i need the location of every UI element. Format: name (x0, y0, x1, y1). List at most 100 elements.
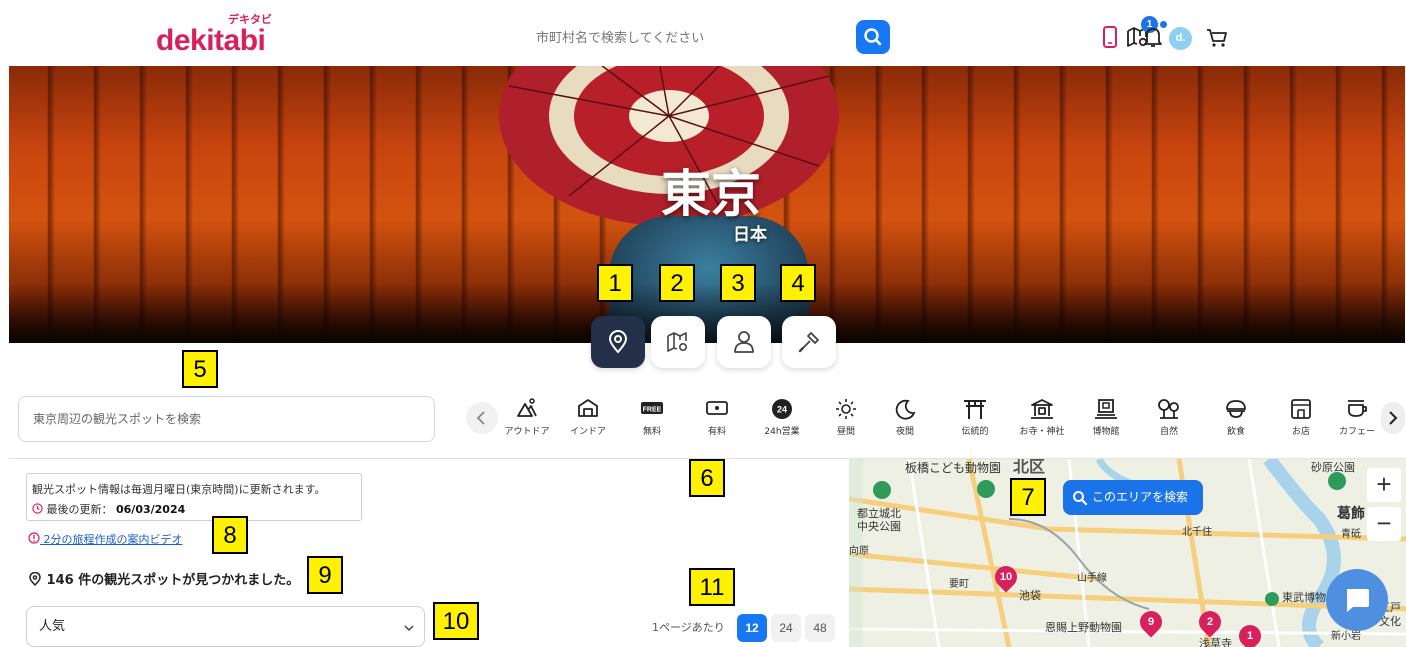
result-count: 146 件の観光スポットが見つかれました。 (28, 569, 299, 588)
category-traditional[interactable]: 伝統的 (945, 398, 1005, 442)
category-label: インドア (569, 427, 606, 437)
cart-button[interactable] (1204, 24, 1230, 50)
label-5: 5 (182, 350, 218, 388)
clock-icon (32, 503, 43, 514)
spot-search-input[interactable] (19, 397, 419, 441)
map-pin-2[interactable]: 2 (1194, 606, 1226, 638)
city-hero-banner: 東京 日本 (9, 66, 1405, 343)
label-6: 6 (689, 459, 725, 497)
sort-select-box: 人気 (26, 606, 425, 647)
moon-icon (895, 399, 916, 420)
map-pin-1[interactable]: 1 (1234, 620, 1266, 647)
logo-text: dekitabi (156, 24, 266, 57)
category-label: お店 (1291, 427, 1310, 437)
svg-text:FREE: FREE (643, 407, 662, 414)
temple-icon (1031, 399, 1053, 419)
map-label: 中央公園 (857, 520, 901, 533)
map-label: 恩賜上野動物園 (1045, 621, 1122, 634)
svg-text:24: 24 (777, 405, 787, 415)
guide-video-link[interactable]: 2分の旅程作成の案内ビデオ (28, 531, 183, 547)
category-daytime[interactable]: 昼間 (816, 398, 876, 442)
category-food[interactable]: 飲食 (1206, 398, 1266, 442)
city-title: 東京 (661, 165, 761, 223)
category-night[interactable]: 夜間 (875, 398, 935, 442)
tab-spots[interactable] (591, 316, 645, 368)
category-temple-shrine[interactable]: お寺・神社 (1012, 398, 1072, 442)
chevron-down-icon (404, 625, 414, 632)
map-label: 北区 (1013, 459, 1046, 476)
avatar[interactable]: d. (1169, 27, 1192, 50)
category-cafe[interactable]: カフェー (1333, 398, 1381, 442)
map-pin-9[interactable]: 9 (1135, 606, 1167, 638)
map-label: 要町 (949, 579, 969, 590)
indoor-icon (578, 399, 598, 417)
map-label: 浅草寺 (1199, 637, 1232, 647)
map-label: 板橋こども動物園 (905, 461, 1002, 475)
free-icon: FREE (641, 402, 663, 414)
museum-icon (1095, 399, 1117, 419)
notification-dot (1160, 21, 1167, 28)
search-this-area-label: このエリアを検索 (1092, 490, 1189, 504)
category-indoor[interactable]: インドア (558, 398, 618, 442)
notifications-button[interactable] (1140, 21, 1167, 50)
category-label: 昼間 (836, 427, 855, 437)
category-label: 24h営業 (764, 427, 800, 437)
category-shop[interactable]: お店 (1271, 398, 1331, 442)
app-root: デキタビ dekitabi 1 d. (0, 0, 1406, 647)
tab-tools[interactable] (782, 316, 836, 368)
location-pin-icon (29, 571, 41, 587)
per-page-48[interactable]: 48 (805, 614, 835, 642)
category-24h[interactable]: 24 24h営業 (752, 398, 812, 442)
phone-icon (1103, 26, 1117, 48)
guide-video-text: 2分の旅程作成の案内ビデオ (43, 533, 183, 546)
map-label: 向原 (849, 546, 869, 557)
outdoor-icon (517, 398, 537, 417)
phone-button[interactable] (1097, 24, 1123, 50)
zoom-out-button[interactable]: − (1367, 507, 1401, 541)
category-label: 有料 (707, 427, 726, 437)
chevron-right-icon (1389, 411, 1398, 425)
tab-trips[interactable] (651, 316, 705, 368)
pin-number: 2 (1206, 616, 1214, 628)
cafe-icon (1348, 400, 1367, 417)
city-search-box (528, 21, 868, 55)
notice-text: 観光スポット情報は毎週月曜日(東京時間)に更新されます。 (32, 483, 326, 496)
map-pin-10[interactable]: 10 (990, 561, 1022, 593)
sort-select[interactable]: 人気 (27, 607, 424, 646)
updated-label: 最後の更新： (46, 503, 113, 516)
24h-icon: 24 (772, 399, 792, 419)
label-11: 11 (689, 568, 735, 606)
zoom-in-button[interactable]: + (1367, 468, 1401, 502)
category-free[interactable]: FREE 無料 (622, 398, 682, 442)
map-label: 池袋 (1019, 589, 1041, 602)
per-page-24[interactable]: 24 (771, 614, 801, 642)
city-search-button[interactable] (856, 20, 890, 54)
search-icon (864, 28, 882, 46)
per-page-12[interactable]: 12 (737, 614, 767, 642)
tab-users[interactable] (717, 316, 771, 368)
map-label: 山手線 (1077, 573, 1107, 584)
category-label: お寺・神社 (1019, 427, 1065, 437)
pin-number: 1 (1246, 630, 1254, 642)
spots-map[interactable]: 板橋こども動物園 北区 都立城北 中央公園 向原 要町 池袋 山手線 恩賜上野動… (849, 459, 1406, 647)
category-label: 飲食 (1226, 427, 1245, 437)
updated-date: 06/03/2024 (116, 503, 186, 516)
map-label: 砂原公園 (1311, 461, 1355, 474)
category-outdoor[interactable]: アウトドア (497, 398, 557, 442)
chat-button[interactable] (1326, 569, 1388, 631)
category-prev-button[interactable] (466, 402, 498, 434)
category-museum[interactable]: 博物館 (1076, 398, 1136, 442)
dekitabi-logo[interactable]: デキタビ dekitabi (156, 10, 286, 60)
label-8: 8 (212, 516, 248, 554)
last-updated: 最後の更新： 06/03/2024 (32, 501, 356, 517)
search-this-area-button[interactable]: このエリアを検索 (1063, 480, 1203, 515)
category-label: 博物館 (1092, 427, 1120, 437)
category-label: 無料 (642, 427, 661, 437)
label-4: 4 (780, 264, 816, 302)
city-search-input[interactable] (528, 21, 858, 55)
category-paid[interactable]: 有料 (687, 398, 747, 442)
label-10: 10 (433, 602, 479, 640)
category-next-button[interactable] (1381, 402, 1405, 434)
nature-icon (1158, 399, 1179, 419)
category-nature[interactable]: 自然 (1139, 398, 1199, 442)
